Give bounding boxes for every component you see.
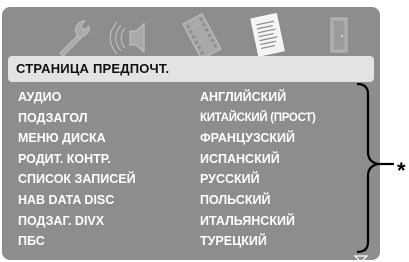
option-chinese-simplified[interactable]: КИТАЙСКИЙ (ПРОСТ) — [200, 108, 350, 129]
tab-preference[interactable] — [238, 13, 296, 59]
annotation-star: * — [397, 158, 406, 183]
speaker-icon — [109, 21, 145, 55]
option-spanish[interactable]: ИСПАНСКИЙ — [200, 149, 350, 170]
option-french[interactable]: ФРАНЦУЗСКИЙ — [200, 128, 350, 149]
option-polish[interactable]: ПОЛЬСКИЙ — [200, 190, 350, 211]
menu-item-audio[interactable]: АУДИО — [18, 87, 208, 108]
preference-menu: АУДИО ПОДЗАГОЛ МЕНЮ ДИСКА РОДИТ. КОНТР. … — [18, 87, 208, 252]
tab-exit[interactable] — [313, 13, 371, 59]
menu-item-parental[interactable]: РОДИТ. КОНТР. — [18, 149, 208, 170]
film-icon — [182, 13, 222, 59]
menu-item-disc-menu[interactable]: МЕНЮ ДИСКА — [18, 128, 208, 149]
tab-general-setup[interactable] — [48, 13, 106, 59]
menu-item-divx-subtitle[interactable]: ПОДЗАГ. DIVX — [18, 211, 208, 232]
osd-setup-panel: СТРАНИЦА ПРЕДПОЧТ. АУДИО ПОДЗАГОЛ МЕНЮ Д… — [2, 7, 380, 260]
menu-item-playlist[interactable]: СПИСОК ЗАПИСЕЙ — [18, 169, 208, 190]
option-russian[interactable]: РУССКИЙ — [200, 169, 350, 190]
menu-item-subtitle[interactable]: ПОДЗАГОЛ — [18, 108, 208, 129]
option-english[interactable]: АНГЛИЙСКИЙ — [200, 87, 350, 108]
tab-audio-setup[interactable] — [106, 13, 164, 59]
setup-tab-bar — [2, 7, 380, 61]
tab-video-setup[interactable] — [172, 13, 230, 59]
door-icon — [330, 17, 348, 53]
page-header-bar: СТРАНИЦА ПРЕДПОЧТ. — [8, 56, 374, 82]
menu-item-data-disc[interactable]: HAB DATA DISC — [18, 190, 208, 211]
language-options: АНГЛИЙСКИЙ КИТАЙСКИЙ (ПРОСТ) ФРАНЦУЗСКИЙ… — [200, 87, 350, 252]
option-turkish[interactable]: ТУРЕЦКИЙ — [200, 231, 350, 252]
option-italian[interactable]: ИТАЛЬЯНСКИЙ — [200, 211, 350, 232]
document-icon — [250, 13, 285, 57]
page-title: СТРАНИЦА ПРЕДПОЧТ. — [16, 61, 170, 76]
menu-item-pbc[interactable]: ПБС — [18, 231, 208, 252]
wrench-icon — [59, 20, 90, 57]
